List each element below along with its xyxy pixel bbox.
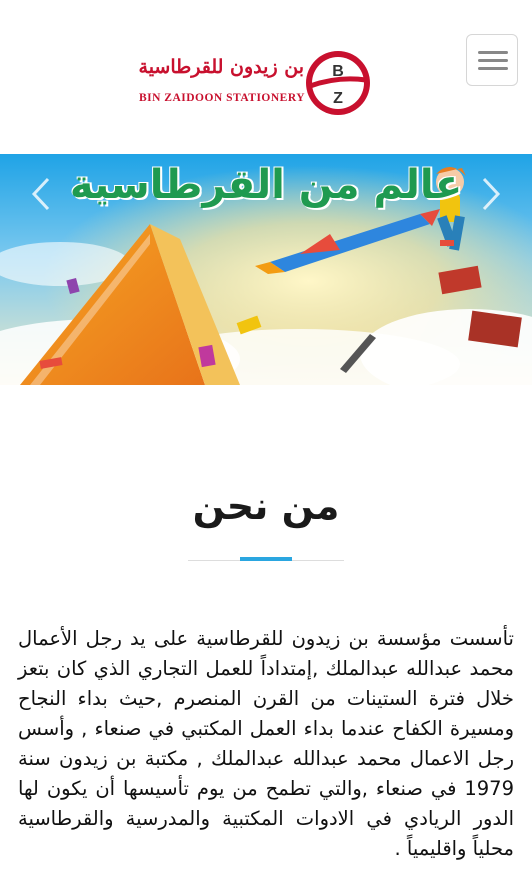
hamburger-menu-icon-bar bbox=[478, 51, 508, 54]
section-divider-accent bbox=[240, 557, 292, 561]
logo-mark-icon: B Z bbox=[306, 51, 370, 115]
logo-arabic-text: بن زيدون للقرطاسية bbox=[138, 56, 304, 78]
logo-english-text: BIN ZAIDOON STATIONERY bbox=[138, 92, 306, 104]
hero-banner-slider[interactable]: عالم من القرطاسية bbox=[0, 154, 532, 385]
logo-mark-letter-b: B bbox=[332, 63, 344, 80]
logo-mark-letter-z: Z bbox=[333, 90, 343, 107]
site-logo[interactable]: بن زيدون للقرطاسية BIN ZAIDOON STATIONER… bbox=[136, 48, 376, 124]
banner-headline: عالم من القرطاسية bbox=[69, 162, 463, 208]
hamburger-menu-icon-bar bbox=[478, 67, 508, 70]
about-section-title: من نحن bbox=[192, 484, 340, 528]
chevron-left-icon[interactable] bbox=[30, 176, 52, 212]
site-header: بن زيدون للقرطاسية BIN ZAIDOON STATIONER… bbox=[0, 0, 532, 154]
hamburger-menu-button[interactable] bbox=[466, 34, 518, 86]
hamburger-menu-icon-bar bbox=[478, 59, 508, 62]
about-section-body: تأسست مؤسسة بن زيدون للقرطاسية على يد رج… bbox=[18, 627, 514, 860]
chevron-right-icon[interactable] bbox=[480, 176, 502, 212]
